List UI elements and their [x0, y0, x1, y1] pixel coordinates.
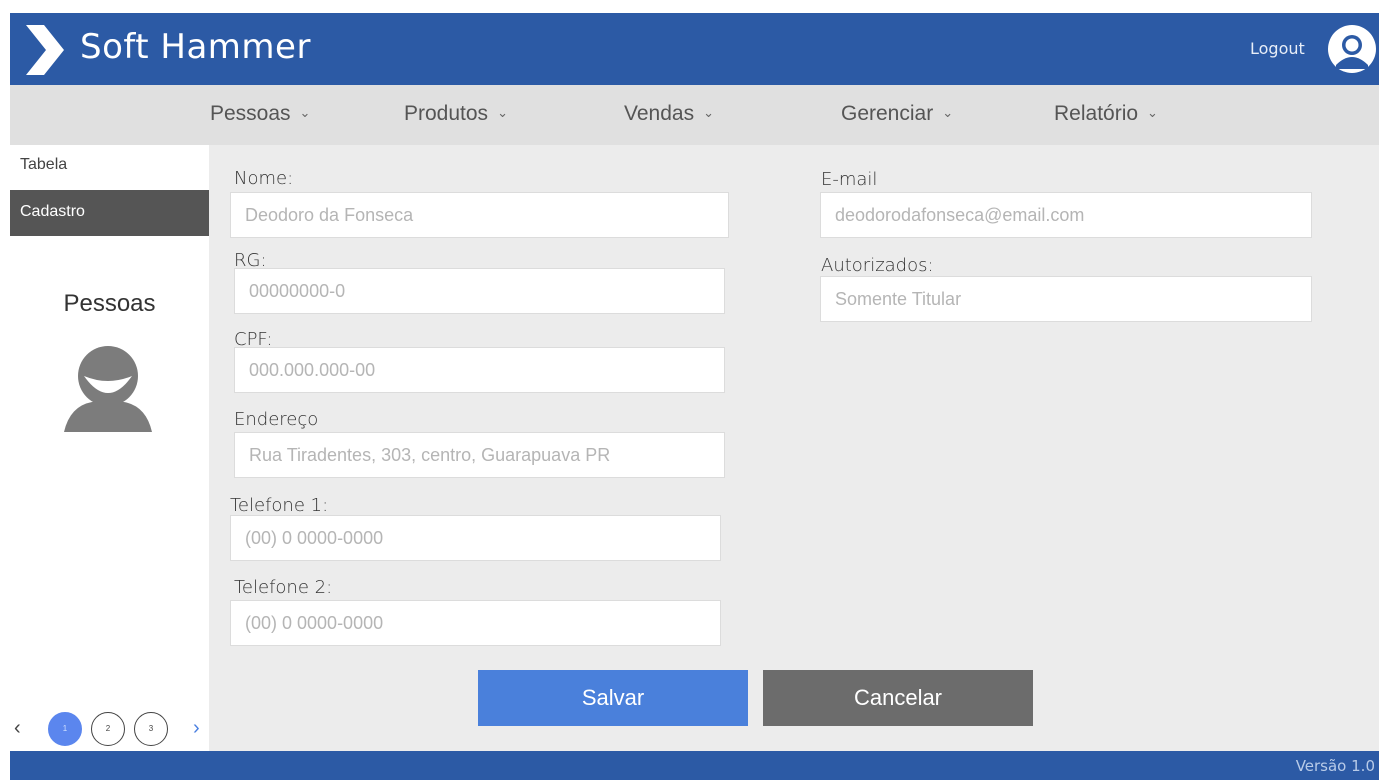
nav-vendas[interactable]: Vendas ⌄ [624, 102, 714, 126]
page-2-button[interactable]: 2 [91, 712, 125, 746]
telefone2-input[interactable] [230, 600, 721, 646]
autorizados-input[interactable] [820, 276, 1312, 322]
sidebar: Tabela Cadastro Pessoas ‹ 1 2 3 › [10, 145, 209, 751]
chevron-right-icon[interactable]: › [193, 717, 200, 740]
email-label: E-mail [821, 169, 878, 190]
nav-relatorio[interactable]: Relatório ⌄ [1054, 102, 1158, 126]
nav-vendas-label: Vendas [624, 102, 695, 125]
nav-produtos-label: Produtos [404, 102, 489, 125]
telefone1-label: Telefone 1: [230, 495, 329, 516]
section-title: Pessoas [63, 290, 156, 317]
endereco-input[interactable] [234, 432, 725, 478]
footer-bar: Versão 1.0 [10, 751, 1379, 780]
logout-link[interactable]: Logout [1250, 39, 1305, 58]
app-title: Soft Hammer [80, 27, 311, 67]
nav-gerenciar[interactable]: Gerenciar ⌄ [841, 102, 953, 126]
form-area: Nome: RG: CPF: Endereço Telefone 1: Tele… [209, 145, 1379, 751]
nome-input[interactable] [230, 192, 729, 238]
chevron-down-icon: ⌄ [299, 105, 311, 120]
sidebar-item-tabela[interactable]: Tabela [10, 145, 209, 191]
autorizados-label: Autorizados: [821, 255, 934, 276]
chevron-down-icon: ⌄ [703, 105, 714, 120]
nav-relatorio-label: Relatório [1054, 102, 1139, 125]
nav-pessoas[interactable]: Pessoas ⌄ [210, 102, 310, 126]
cpf-input[interactable] [234, 347, 725, 393]
top-header: Soft Hammer Logout [10, 13, 1379, 85]
chevron-down-icon: ⌄ [1147, 105, 1158, 120]
page-3-button[interactable]: 3 [134, 712, 168, 746]
logo-chevron-icon [26, 25, 64, 75]
version-label: Versão 1.0 [1295, 757, 1375, 775]
user-avatar-icon[interactable] [1328, 25, 1376, 73]
telefone1-input[interactable] [230, 515, 721, 561]
telefone2-label: Telefone 2: [234, 577, 333, 598]
main-navbar: Pessoas ⌄ Produtos ⌄ Vendas ⌄ Gerenciar ⌄ Re… [10, 85, 1379, 145]
person-icon [64, 346, 152, 432]
page-1-button[interactable]: 1 [48, 712, 82, 746]
save-button[interactable]: Salvar [478, 670, 748, 726]
nome-label: Nome: [234, 168, 294, 189]
email-input[interactable] [820, 192, 1312, 238]
pagination: ‹ 1 2 3 › [10, 712, 209, 746]
nav-pessoas-label: Pessoas [210, 102, 291, 125]
nav-produtos[interactable]: Produtos ⌄ [404, 102, 508, 126]
cancel-button[interactable]: Cancelar [763, 670, 1033, 726]
rg-input[interactable] [234, 268, 725, 314]
chevron-left-icon[interactable]: ‹ [14, 717, 21, 740]
endereco-label: Endereço [234, 409, 319, 430]
chevron-down-icon: ⌄ [497, 105, 508, 120]
nav-gerenciar-label: Gerenciar [841, 102, 934, 125]
sidebar-item-cadastro[interactable]: Cadastro [10, 190, 209, 236]
chevron-down-icon: ⌄ [942, 105, 954, 120]
